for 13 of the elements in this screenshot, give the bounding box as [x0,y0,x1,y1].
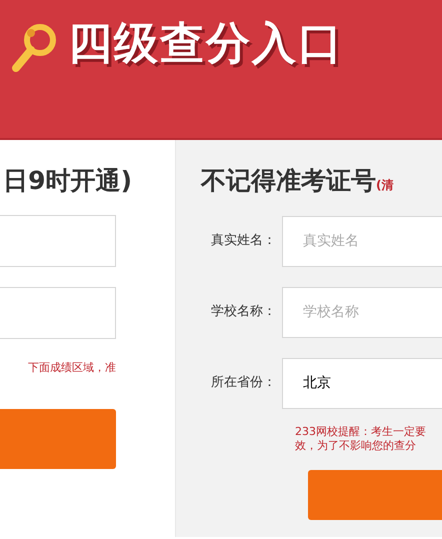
text-field[interactable]: 学校名称 [282,286,442,338]
heading-note: (清 [376,178,394,192]
field-label: 学校名称： [210,303,277,322]
page-title: 四级查分入口 [68,18,344,71]
section-heading: 不记得准考证号 [201,166,376,195]
text-field[interactable]: 真实姓名 [282,216,442,266]
field-label: 所在省份： [210,374,277,392]
province-select[interactable]: 北京 [282,358,442,408]
section-heading: 日9时开通) [3,165,132,197]
field-label: 真实姓名： [210,232,277,250]
notice-text: 233网校提醒：考生一定要 [295,424,427,439]
notice-text: 效，为了不影响您的查分 [295,438,417,454]
notice-text: 下面成绩区域，准 [28,360,116,375]
